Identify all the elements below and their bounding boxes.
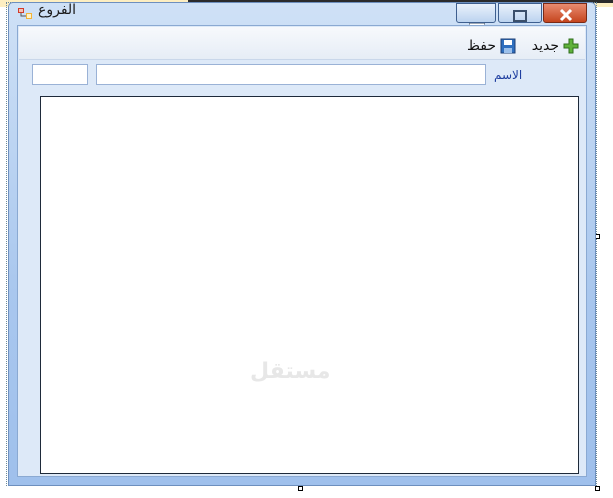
title-bar[interactable]: الفروع: [9, 2, 595, 27]
new-button-label: جديد: [531, 38, 559, 54]
form-window: الفروع جديد حفظ الاسم: [8, 2, 596, 486]
green-plus-icon: [563, 38, 579, 54]
window-title: الفروع: [38, 2, 77, 18]
resize-handle-corner[interactable]: [595, 486, 600, 491]
save-button-label: حفظ: [466, 38, 496, 54]
minimize-button[interactable]: [456, 3, 496, 27]
close-button[interactable]: [543, 3, 587, 23]
maximize-button[interactable]: [498, 3, 542, 23]
new-button[interactable]: جديد: [532, 37, 579, 55]
maximize-icon: [513, 7, 527, 26]
save-button[interactable]: حفظ: [467, 37, 516, 55]
data-grid[interactable]: [40, 96, 579, 474]
resize-handle-bottom[interactable]: [298, 486, 303, 491]
watermark: مستقل: [250, 359, 331, 384]
close-icon: [559, 7, 573, 26]
form-app-icon: [18, 5, 33, 19]
toolstrip: جديد حفظ: [19, 27, 585, 60]
form-client-area: جديد حفظ الاسم: [17, 25, 587, 477]
floppy-disk-icon: [500, 38, 516, 54]
name-input[interactable]: [96, 64, 486, 85]
code-input[interactable]: [32, 64, 88, 85]
name-label: الاسم: [494, 68, 523, 82]
